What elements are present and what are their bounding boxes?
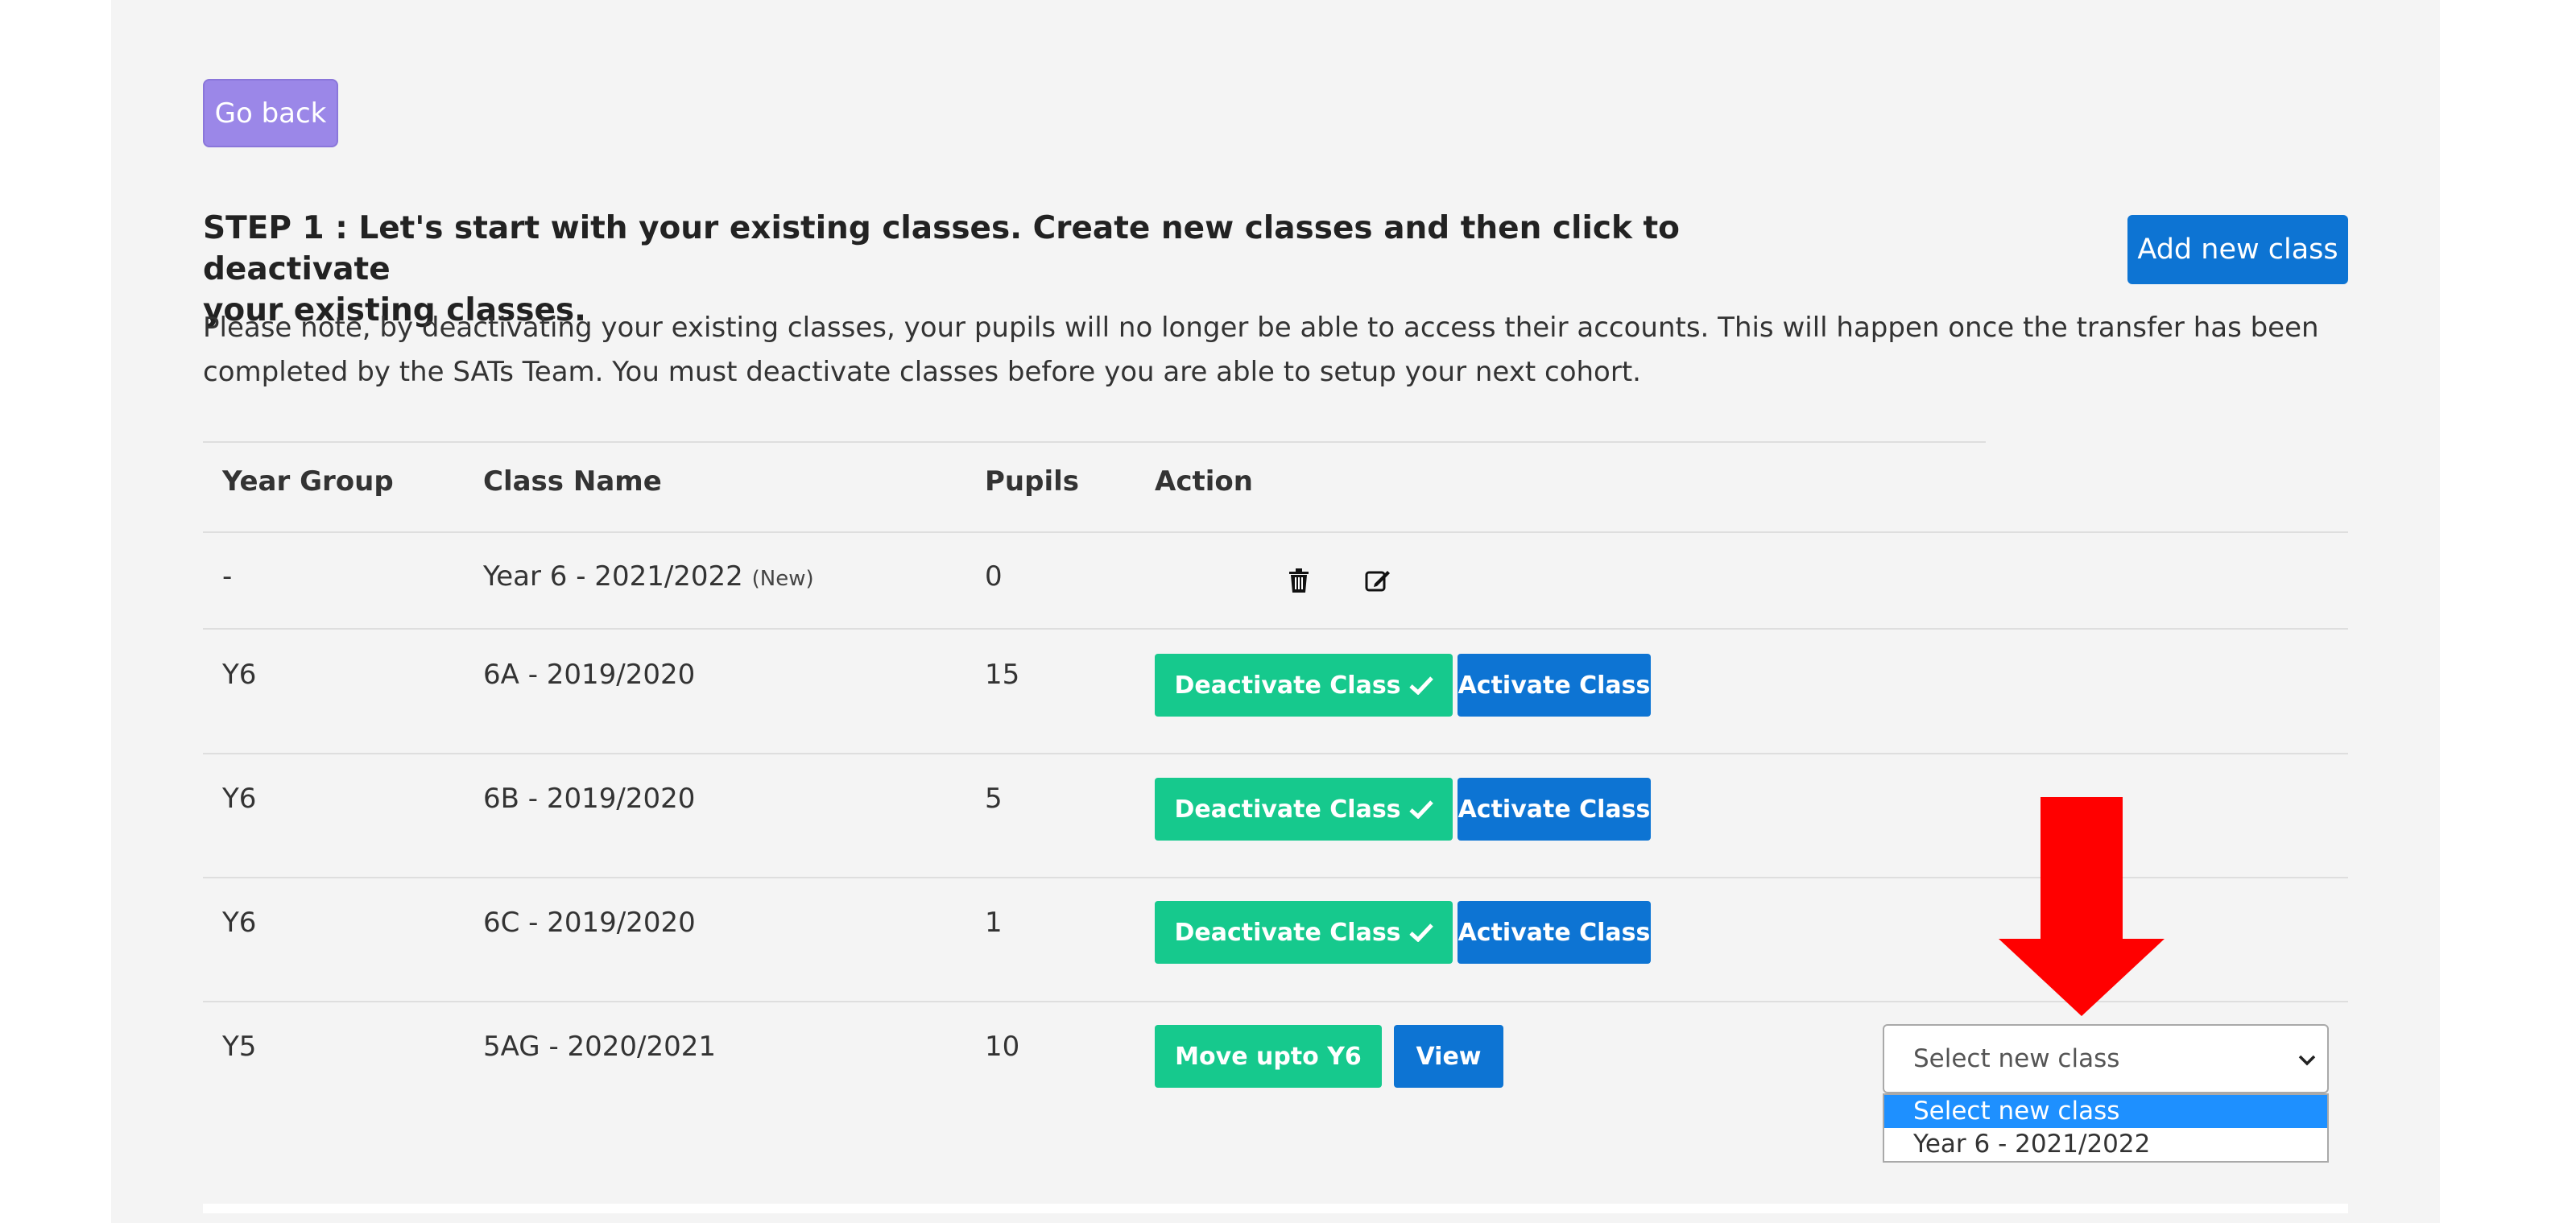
edit-icon bbox=[1365, 571, 1390, 592]
row-0-pupils: 0 bbox=[985, 560, 1003, 593]
chevron-down-icon bbox=[2298, 1055, 2316, 1066]
header-pupils: Pupils bbox=[985, 465, 1080, 498]
new-badge: (New) bbox=[751, 567, 814, 591]
new-class-dropdown-list: Select new class Year 6 - 2021/2022 bbox=[1883, 1093, 2329, 1163]
header-divider bbox=[203, 531, 2348, 533]
row-divider bbox=[203, 753, 2348, 754]
row-divider bbox=[203, 628, 2348, 630]
row-1-pupils: 15 bbox=[985, 659, 1020, 691]
check-icon bbox=[1408, 676, 1433, 695]
dropdown-option-year-6[interactable]: Year 6 - 2021/2022 bbox=[1884, 1128, 2327, 1161]
go-back-button[interactable]: Go back bbox=[203, 79, 338, 147]
row-3-year: Y6 bbox=[222, 907, 257, 939]
delete-class-button[interactable] bbox=[1279, 560, 1319, 601]
view-class-button[interactable]: View bbox=[1394, 1025, 1503, 1088]
deactivate-label: Deactivate Class bbox=[1174, 671, 1401, 700]
activate-class-button[interactable]: Activate Class bbox=[1458, 778, 1651, 841]
step-heading-line-1: STEP 1 : Let's start with your existing … bbox=[203, 210, 1680, 287]
row-2-class-name: 6B - 2019/2020 bbox=[483, 783, 696, 815]
deactivate-class-button[interactable]: Deactivate Class bbox=[1155, 901, 1453, 964]
deactivation-note: Please note, by deactivating your existi… bbox=[203, 306, 2377, 395]
deactivate-label: Deactivate Class bbox=[1174, 918, 1401, 947]
trash-icon bbox=[1289, 568, 1309, 593]
row-4-year: Y5 bbox=[222, 1031, 257, 1063]
row-0-year: - bbox=[222, 560, 233, 593]
row-3-class-name: 6C - 2019/2020 bbox=[483, 907, 696, 939]
new-class-select[interactable]: Select new class bbox=[1883, 1024, 2329, 1093]
row-2-pupils: 5 bbox=[985, 783, 1003, 815]
add-new-class-button[interactable]: Add new class bbox=[2127, 215, 2348, 284]
deactivate-class-button[interactable]: Deactivate Class bbox=[1155, 778, 1453, 841]
check-icon bbox=[1408, 923, 1433, 942]
check-icon bbox=[1408, 800, 1433, 819]
select-value: Select new class bbox=[1913, 1044, 2120, 1073]
row-4-class-name: 5AG - 2020/2021 bbox=[483, 1031, 717, 1063]
header-year-group: Year Group bbox=[222, 465, 394, 498]
activate-class-button[interactable]: Activate Class bbox=[1458, 654, 1651, 717]
deactivate-class-button[interactable]: Deactivate Class bbox=[1155, 654, 1453, 717]
row-1-class-name: 6A - 2019/2020 bbox=[483, 659, 696, 691]
move-upto-y6-button[interactable]: Move upto Y6 bbox=[1155, 1025, 1382, 1088]
activate-class-button[interactable]: Activate Class bbox=[1458, 901, 1651, 964]
table-top-divider bbox=[203, 441, 1986, 443]
deactivate-label: Deactivate Class bbox=[1174, 795, 1401, 824]
row-1-year: Y6 bbox=[222, 659, 257, 691]
row-4-pupils: 10 bbox=[985, 1031, 1020, 1063]
content-panel: Go back STEP 1 : Let's start with your e… bbox=[111, 0, 2440, 1223]
header-action: Action bbox=[1155, 465, 1253, 498]
header-class-name: Class Name bbox=[483, 465, 662, 498]
row-0-class-label: Year 6 - 2021/2022 bbox=[483, 560, 743, 593]
edit-class-button[interactable] bbox=[1358, 560, 1398, 601]
down-arrow-annotation bbox=[1999, 797, 2165, 1016]
row-0-class-name: Year 6 - 2021/2022 (New) bbox=[483, 560, 814, 593]
note-line-1: Please note, by deactivating your existi… bbox=[203, 312, 2319, 344]
bottom-divider bbox=[203, 1204, 2348, 1213]
row-3-pupils: 1 bbox=[985, 907, 1003, 939]
dropdown-option-select-new-class[interactable]: Select new class bbox=[1884, 1095, 2327, 1128]
row-2-year: Y6 bbox=[222, 783, 257, 815]
note-line-2: completed by the SATs Team. You must dea… bbox=[203, 356, 1641, 388]
